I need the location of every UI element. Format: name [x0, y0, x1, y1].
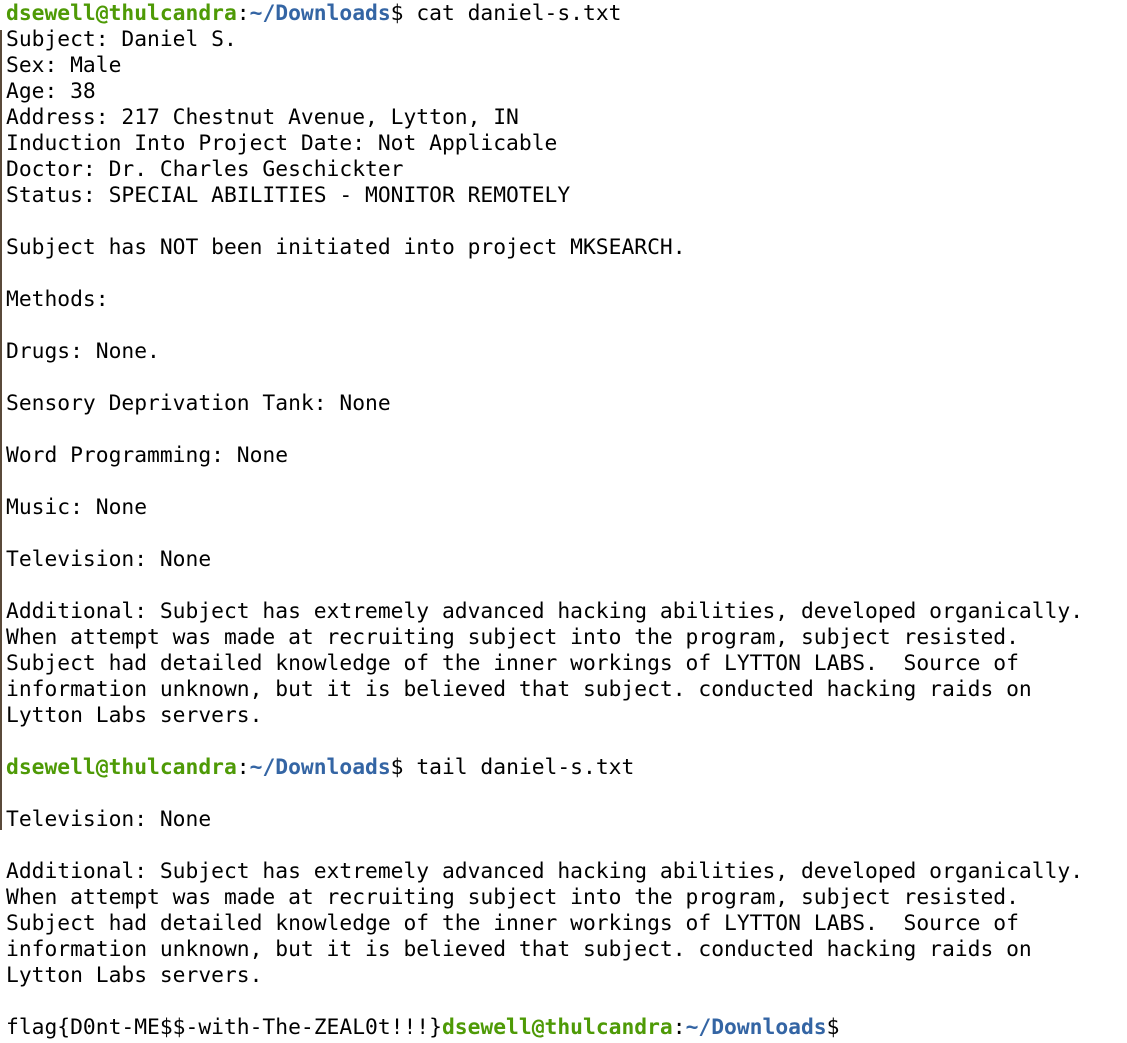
terminal-window[interactable]: dsewell@thulcandra:~/Downloads$ cat dani… — [0, 0, 1127, 1043]
prompt-path: ~/Downloads — [249, 1, 391, 26]
prompt-user-host: dsewell@thulcandra — [6, 1, 237, 26]
output-line: Age: 38 — [6, 79, 96, 104]
output-line: When attempt was made at recruiting subj… — [6, 625, 1019, 650]
prompt-line-cat: dsewell@thulcandra:~/Downloads$ cat dani… — [6, 1, 1127, 27]
command-text: tail daniel-s.txt — [403, 755, 635, 780]
output-line: Television: None — [6, 547, 212, 572]
output-line: Lytton Labs servers. — [6, 963, 263, 988]
cat-output-block: Subject: Daniel S. Sex: Male Age: 38 Add… — [6, 27, 1127, 755]
output-line: Address: 217 Chestnut Avenue, Lytton, IN — [6, 105, 519, 130]
output-line: When attempt was made at recruiting subj… — [6, 885, 1019, 910]
output-line: Status: SPECIAL ABILITIES - MONITOR REMO… — [6, 183, 571, 208]
output-line: Word Programming: None — [6, 443, 289, 468]
prompt-line-final[interactable]: flag{D0nt-ME$$-with-The-ZEAL0t!!!}dsewel… — [6, 1015, 1127, 1041]
output-line: Sex: Male — [6, 53, 122, 78]
prompt-separator: : — [236, 755, 250, 780]
prompt-user-host: dsewell@thulcandra — [441, 1015, 673, 1040]
output-line: Induction Into Project Date: Not Applica… — [6, 131, 558, 156]
output-line: Lytton Labs servers. — [6, 703, 263, 728]
output-line: Music: None — [6, 495, 148, 520]
prompt-separator: : — [236, 1, 250, 26]
output-line: Methods: — [6, 287, 109, 312]
output-line: Subject has NOT been initiated into proj… — [6, 235, 686, 260]
output-line: Subject had detailed knowledge of the in… — [6, 651, 1019, 676]
output-line: information unknown, but it is believed … — [6, 937, 1032, 962]
prompt-path: ~/Downloads — [249, 755, 391, 780]
command-text: cat daniel-s.txt — [403, 1, 622, 26]
output-line: Additional: Subject has extremely advanc… — [6, 599, 1084, 624]
tail-output-block: Television: None Additional: Subject has… — [6, 781, 1127, 1015]
output-line: Subject: Daniel S. — [6, 27, 237, 52]
output-line: Subject had detailed knowledge of the in… — [6, 911, 1019, 936]
prompt-user-host: dsewell@thulcandra — [6, 755, 237, 780]
output-line: Sensory Deprivation Tank: None — [6, 391, 391, 416]
prompt-symbol: $ — [390, 755, 404, 780]
flag-text: flag{D0nt-ME$$-with-The-ZEAL0t!!!} — [6, 1015, 442, 1040]
prompt-line-tail: dsewell@thulcandra:~/Downloads$ tail dan… — [6, 755, 1127, 781]
prompt-symbol: $ — [826, 1015, 840, 1040]
window-edge-shadow — [0, 30, 2, 830]
prompt-separator: : — [672, 1015, 686, 1040]
output-line: information unknown, but it is believed … — [6, 677, 1032, 702]
output-line: Television: None — [6, 807, 212, 832]
output-line: Additional: Subject has extremely advanc… — [6, 859, 1084, 884]
output-line: Doctor: Dr. Charles Geschickter — [6, 157, 404, 182]
output-line: Drugs: None. — [6, 339, 160, 364]
prompt-path: ~/Downloads — [685, 1015, 827, 1040]
prompt-symbol: $ — [390, 1, 404, 26]
